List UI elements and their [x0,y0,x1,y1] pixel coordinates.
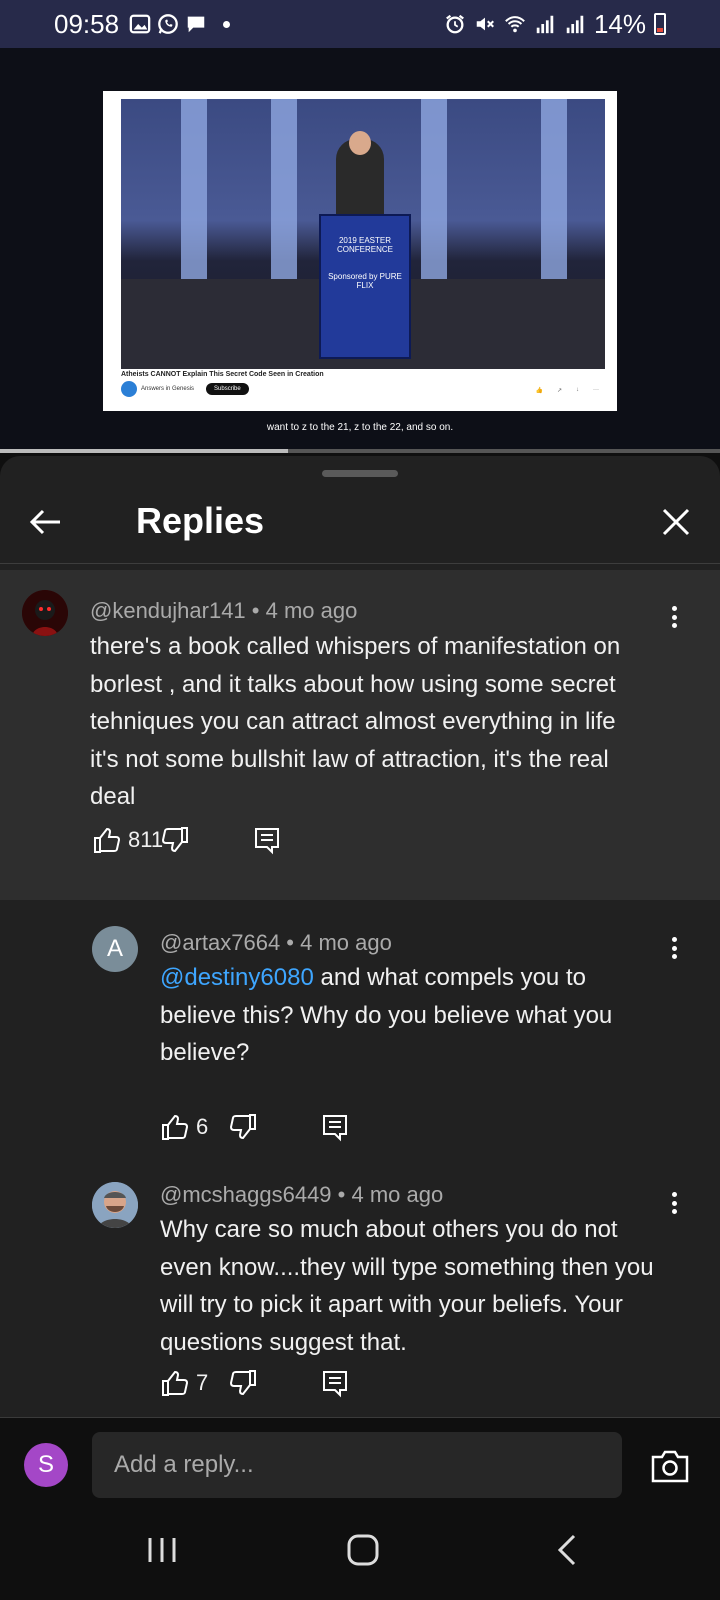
thumbs-down-icon[interactable] [228,1368,258,1398]
status-time: 09:58 [54,8,120,39]
thumbs-up-icon[interactable] [160,1112,190,1142]
more-icon: ··· [593,387,599,393]
comment-text: Why care so much about others you do not… [160,1216,654,1356]
thumbs-down-icon[interactable] [228,1112,258,1142]
wifi-icon [505,16,525,33]
system-nav-bar [0,1500,720,1600]
alarm-icon [446,14,464,34]
reply-icon[interactable] [320,1368,350,1398]
drag-handle[interactable] [322,470,398,477]
parent-comment: @kendujhar141 • 4 mo ago there's a book … [0,570,720,900]
channel-logo-icon [121,381,137,397]
video-progress-fill [0,449,288,453]
podium: 2019 EASTER CONFERENCE Sponsored by PURE… [319,214,411,359]
video-actions: 👍 ↗ ↓ ··· [535,387,599,394]
avatar[interactable]: A [92,926,138,972]
comment-text: there's a book called whispers of manife… [90,633,621,810]
comment-actions: 7 [160,1368,350,1398]
video-frame: 2019 EASTER CONFERENCE Sponsored by PURE… [103,91,617,411]
mute-icon [476,17,494,31]
camera-icon[interactable] [650,1448,690,1484]
home-icon[interactable] [343,1530,383,1570]
reply-icon[interactable] [320,1112,350,1142]
reply-comment: @mcshaggs6449 • 4 mo ago Why care so muc… [0,1156,720,1416]
battery-icon [654,13,666,35]
back-arrow-icon[interactable] [26,502,66,542]
video-caption: want to z to the 21, z to the 22, and so… [266,422,454,433]
thumbs-up-icon[interactable] [92,825,122,855]
video-player[interactable]: 2019 EASTER CONFERENCE Sponsored by PURE… [0,48,720,452]
notification-dot [223,20,231,28]
reply-icon[interactable] [252,825,282,855]
signal-icon [566,15,584,34]
thumbs-down-icon[interactable] [160,825,190,855]
reply-comment: A @artax7664 • 4 mo ago @destiny6080 and… [0,900,720,1160]
more-options-icon[interactable] [664,602,684,632]
thumbs-up-icon[interactable] [160,1368,190,1398]
reply-bar: S [0,1418,720,1500]
comment-meta: @kendujhar141 • 4 mo ago [90,598,358,623]
more-options-icon[interactable] [664,933,684,963]
panel-title: Replies [136,500,265,541]
signal-icon [536,15,554,34]
avatar[interactable] [22,590,68,636]
subscribe-button: Subscribe [206,383,249,395]
download-icon: ↓ [576,387,579,393]
share-icon: ↗ [556,388,562,394]
comment-text: @destiny6080 and what compels you to bel… [160,964,613,1066]
comment-meta: @mcshaggs6449 • 4 mo ago [160,1182,444,1207]
gallery-icon [129,14,151,34]
whatsapp-icon [158,14,178,34]
comment-meta: @artax7664 • 4 mo ago [160,930,392,955]
user-avatar[interactable]: S [24,1443,68,1487]
more-options-icon[interactable] [664,1188,684,1218]
reply-input[interactable] [92,1432,622,1498]
replies-panel: Replies @kendujhar141 • 4 mo ago there's… [0,456,720,1456]
status-bar: 09:58 14% [0,0,720,48]
comment-actions: 6 [160,1112,350,1142]
back-icon[interactable] [548,1530,588,1570]
video-progress-bar[interactable] [0,449,720,453]
panel-header: Replies [0,482,720,564]
video-title: Atheists CANNOT Explain This Secret Code… [121,371,324,378]
mention-link[interactable]: @destiny6080 [160,964,314,991]
avatar[interactable] [92,1182,138,1228]
recent-apps-icon[interactable] [142,1530,182,1570]
video-scene: 2019 EASTER CONFERENCE Sponsored by PURE… [121,99,605,369]
comment-actions: 811 [92,825,282,855]
video-channel: Answers in Genesis Subscribe [121,381,249,397]
chat-icon [187,16,205,33]
battery-percent: 14% [593,8,646,39]
close-icon[interactable] [656,502,696,542]
like-icon: 👍 [535,388,543,394]
